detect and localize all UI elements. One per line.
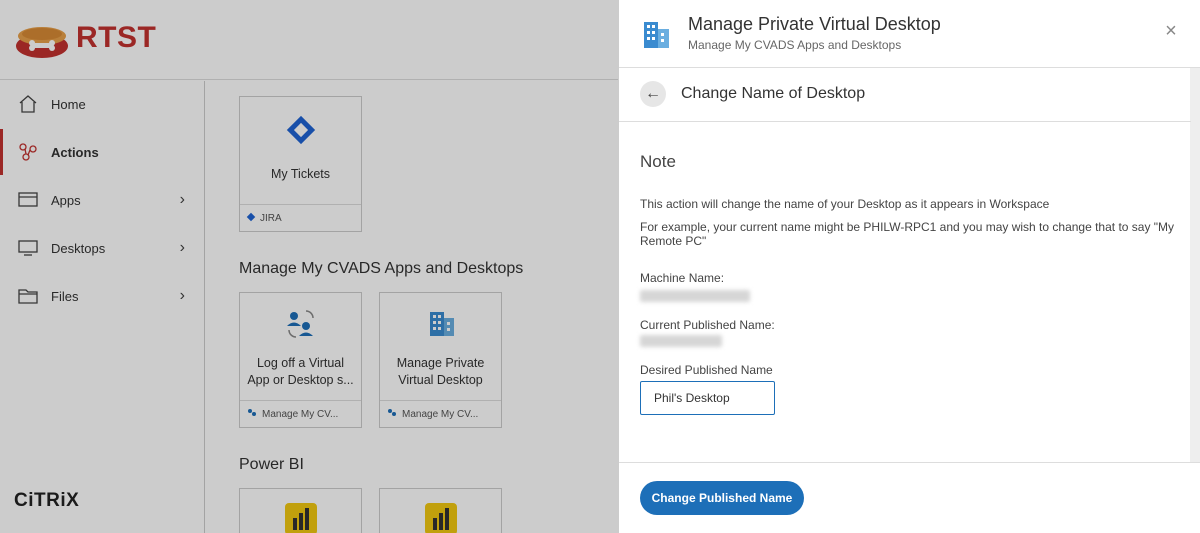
change-published-name-button[interactable]: Change Published Name: [640, 481, 804, 515]
close-icon[interactable]: ×: [1161, 21, 1181, 42]
panel-footer: Change Published Name: [619, 462, 1200, 533]
panel-title: Manage Private Virtual Desktop: [688, 14, 941, 34]
building-icon: [641, 20, 673, 50]
back-arrow-icon[interactable]: ←: [640, 81, 666, 107]
current-name-value-redacted: [640, 335, 722, 347]
machine-name-value-redacted: [640, 290, 750, 302]
machine-name-label: Machine Name:: [640, 271, 725, 285]
sub-title: Change Name of Desktop: [681, 85, 866, 102]
manage-desktop-panel: Manage Private Virtual Desktop Manage My…: [618, 0, 1200, 533]
note-example: For example, your current name might be …: [640, 220, 1175, 248]
current-name-label: Current Published Name:: [640, 318, 775, 332]
desired-name-input[interactable]: [640, 381, 775, 415]
note-title: Note: [640, 152, 676, 171]
panel-header: Manage Private Virtual Desktop Manage My…: [619, 0, 1200, 68]
panel-scrollbar[interactable]: [1190, 68, 1200, 463]
modal-backdrop[interactable]: [0, 0, 618, 533]
note-description: This action will change the name of your…: [640, 197, 1050, 211]
panel-subtitle: Manage My CVADS Apps and Desktops: [688, 38, 902, 52]
desired-name-label: Desired Published Name: [640, 363, 773, 377]
sub-header: ← Change Name of Desktop: [619, 68, 1191, 122]
